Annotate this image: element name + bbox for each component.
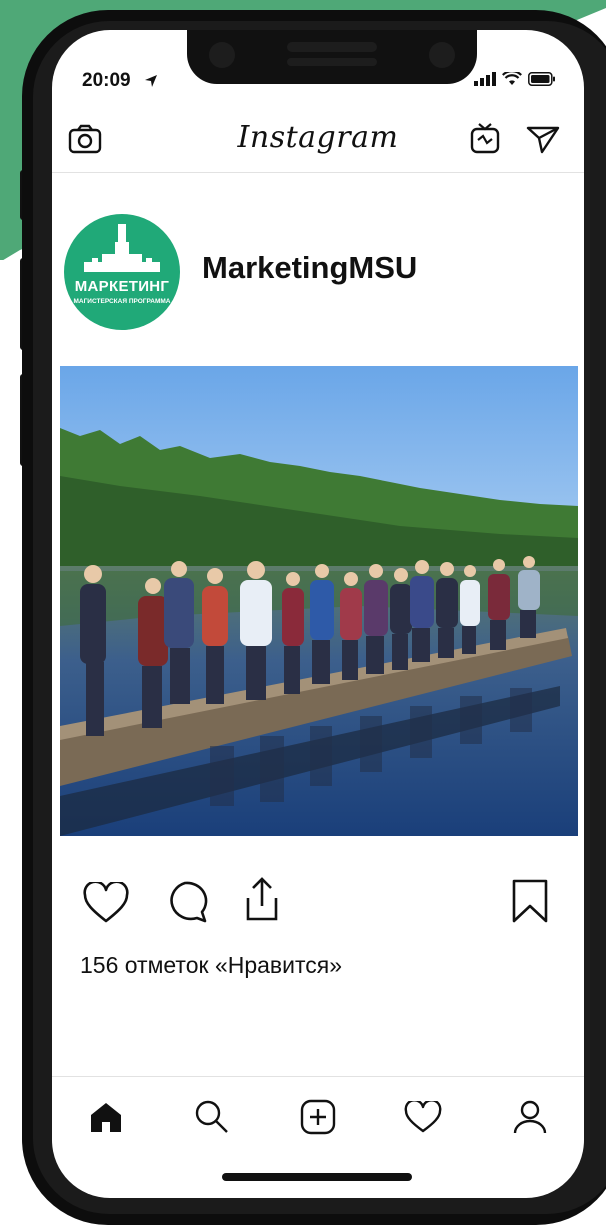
app-logo: Instagram <box>237 120 399 155</box>
post-header: МАРКЕТИНГ МАГИСТЕРСКАЯ ПРОГРАММА Marketi… <box>52 172 584 367</box>
post-actions <box>52 870 584 930</box>
avatar-subtitle: МАГИСТЕРСКАЯ ПРОГРАММА <box>73 298 171 305</box>
send-icon[interactable] <box>526 124 560 159</box>
status-icons <box>474 70 556 91</box>
activity-icon[interactable] <box>404 1099 442 1138</box>
avatar[interactable]: МАРКЕТИНГ МАГИСТЕРСКАЯ ПРОГРАММА <box>64 214 180 330</box>
avatar-title: МАРКЕТИНГ <box>74 278 170 295</box>
university-logo-icon <box>84 224 160 272</box>
home-indicator[interactable] <box>222 1173 412 1181</box>
heart-icon[interactable] <box>82 880 130 929</box>
profile-icon[interactable] <box>512 1099 548 1140</box>
add-post-icon[interactable] <box>300 1099 336 1140</box>
status-time: 20:09 <box>82 70 131 91</box>
battery-icon <box>528 72 556 91</box>
app-header: Instagram <box>52 108 584 173</box>
bookmark-icon[interactable] <box>510 878 550 929</box>
phone-notch <box>187 30 477 84</box>
igtv-icon[interactable] <box>470 122 500 159</box>
search-icon[interactable] <box>194 1099 230 1140</box>
home-icon[interactable] <box>88 1101 124 1138</box>
wifi-icon <box>502 70 522 91</box>
username[interactable]: MarketingMSU <box>202 250 417 286</box>
phone-screen: 20:09 Instagram МАРКЕТИНГ МАГИСТЕРСКАЯ П… <box>52 30 584 1198</box>
location-arrow-icon <box>144 74 158 93</box>
post-photo-image <box>60 366 578 836</box>
comment-icon[interactable] <box>162 880 208 929</box>
signal-icon <box>474 72 496 91</box>
tab-bar <box>52 1076 584 1157</box>
share-icon[interactable] <box>240 876 284 927</box>
post-photo[interactable] <box>60 366 578 836</box>
likes-count[interactable]: 156 отметок «Нравится» <box>80 952 342 979</box>
status-bar: 20:09 <box>52 30 584 100</box>
